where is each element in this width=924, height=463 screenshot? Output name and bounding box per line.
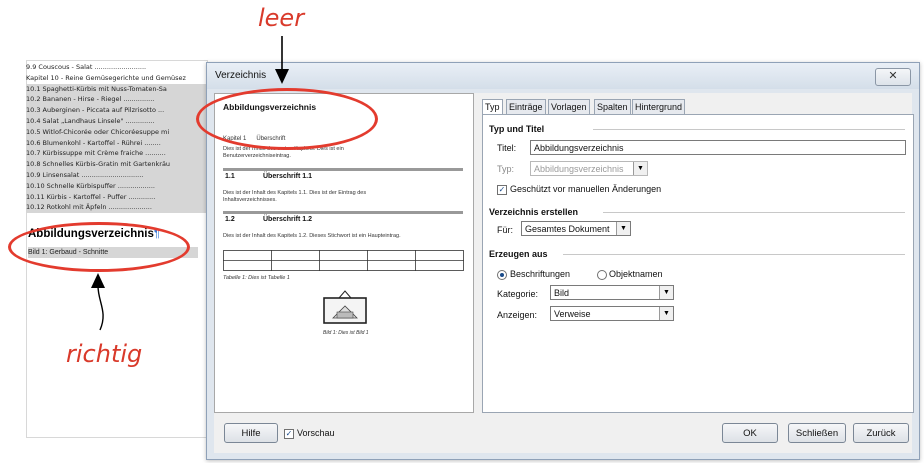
- section-separator: [593, 129, 905, 130]
- toc-entry[interactable]: 10.12 Rotkohl mit Äpfeln ...............…: [26, 202, 208, 214]
- section-separator: [603, 212, 905, 213]
- annotation-richtig: richtig: [66, 340, 143, 368]
- toc-entry[interactable]: 10.3 Auberginen - Piccata auf Pilzrisott…: [26, 105, 208, 117]
- fuer-label: Für:: [497, 225, 514, 235]
- radio-objektnamen[interactable]: [597, 270, 607, 280]
- section-verzeichnis-erstellen: Verzeichnis erstellen: [489, 207, 579, 217]
- objektnamen-label: Objektnamen: [609, 269, 663, 279]
- preview-h11-num: 1.1: [225, 173, 235, 180]
- toc-entry[interactable]: 9.9 Couscous - Salat ...................…: [26, 62, 208, 73]
- preview-text3: Dies ist der Inhalt des Kapitels 1.2. Di…: [223, 233, 401, 239]
- beschriftungen-label: Beschriftungen: [510, 269, 571, 279]
- preview-h11: Überschrift 1.1: [263, 173, 313, 180]
- toc-entry[interactable]: 10.11 Kürbis - Kartoffel - Puffer ......…: [26, 191, 208, 203]
- zurueck-button[interactable]: Zurück: [853, 423, 909, 443]
- section-typ-und-titel: Typ und Titel: [489, 124, 545, 134]
- anzeigen-label: Anzeigen:: [497, 310, 538, 320]
- toc-entry[interactable]: 10.6 Blumenkohl - Kartoffel - Rührei ...…: [26, 137, 208, 149]
- section-separator: [563, 254, 905, 255]
- chevron-down-icon: ▼: [659, 307, 673, 320]
- preview-text2: Dies ist der Inhalt des Kapitels 1.1. Di…: [223, 190, 367, 196]
- settings-pane: Typ Einträge Vorlagen Spalten Hintergrund Ty…: [482, 93, 914, 413]
- preview-h12-num: 1.2: [225, 216, 235, 223]
- toc-entry[interactable]: 10.2 Bananen - Hirse - Riegel ..........…: [26, 94, 208, 106]
- vorschau-checkbox[interactable]: ✓: [284, 429, 294, 439]
- fuer-select[interactable]: Gesamtes Dokument ▼: [521, 221, 631, 236]
- toc-entry[interactable]: 10.4 Salat „Landhaus Linsele" ..........…: [26, 116, 208, 127]
- arrow-up-icon: [91, 273, 105, 331]
- geschuetzt-checkbox[interactable]: ✓: [497, 185, 507, 195]
- arrow-down-icon: [275, 36, 289, 84]
- preview-heading-bar: [223, 168, 463, 171]
- schliessen-button[interactable]: Schließen: [788, 423, 846, 443]
- hilfe-button[interactable]: Hilfe: [224, 423, 278, 443]
- titel-label: Titel:: [497, 143, 517, 153]
- chevron-down-icon: ▼: [633, 162, 647, 175]
- geschuetzt-label: Geschützt vor manuellen Änderungen: [510, 184, 662, 194]
- picture-frame-icon: [323, 290, 367, 324]
- typ-label: Typ:: [497, 164, 515, 174]
- close-icon: ✕: [888, 70, 898, 82]
- preview-text2b: Inhaltsverzeichnisses.: [223, 197, 277, 203]
- toc-entry[interactable]: 10.8 Schnelles Kürbis-Gratin mit Gartenk…: [26, 159, 208, 171]
- preview-table-caption: Tabelle 1: Dies ist Tabelle 1: [223, 275, 290, 281]
- typ-select[interactable]: Abbildungsverzeichnis ▼: [530, 161, 648, 176]
- annotation-ellipse-richtig: [8, 222, 190, 272]
- vorschau-label: Vorschau: [297, 428, 335, 438]
- toc-entry[interactable]: 10.7 Kürbissuppe mit Crème fraiche .....…: [26, 148, 208, 160]
- chevron-down-icon: ▼: [616, 222, 630, 235]
- kategorie-select[interactable]: Bild ▼: [550, 285, 674, 300]
- toc-entry[interactable]: 10.5 Witlof-Chicorée oder Chicoréesuppe …: [26, 126, 208, 138]
- titel-input[interactable]: Abbildungsverzeichnis: [530, 140, 906, 155]
- toc-entry[interactable]: 10.1 Spaghetti-Kürbis mit Nuss-Tomaten-S…: [26, 83, 208, 95]
- tab-panel-typ: Typ und Titel Titel: Abbildungsverzeichn…: [482, 114, 914, 413]
- annotation-ellipse-leer: [196, 88, 378, 150]
- anzeigen-select[interactable]: Verweise ▼: [550, 306, 674, 321]
- toc-entry[interactable]: 10.9 Linsensalat .......................…: [26, 170, 208, 181]
- annotation-leer: leer: [258, 4, 305, 32]
- preview-text1b: Benutzerverzeichniseintrag.: [223, 153, 291, 159]
- preview-h12: Überschrift 1.2: [263, 216, 313, 223]
- radio-beschriftungen[interactable]: [497, 270, 507, 280]
- section-erzeugen-aus: Erzeugen aus: [489, 249, 548, 259]
- preview-image-caption: Bild 1: Dies ist Bild 1: [323, 330, 369, 336]
- toc-entry[interactable]: 10.10 Schnelle Kürbispuffer ............…: [26, 180, 208, 192]
- dialog-title: Verzeichnis: [215, 70, 267, 81]
- close-button[interactable]: ✕: [875, 68, 911, 86]
- chevron-down-icon: ▼: [659, 286, 673, 299]
- kategorie-label: Kategorie:: [497, 289, 539, 299]
- toc-entry[interactable]: Kapitel 10 - Reine Gemüsegerichte und Ge…: [26, 73, 208, 84]
- ok-button[interactable]: OK: [722, 423, 778, 443]
- dialog-titlebar: Verzeichnis ✕: [207, 63, 919, 89]
- preview-table: [223, 250, 464, 271]
- preview-heading-bar: [223, 211, 463, 214]
